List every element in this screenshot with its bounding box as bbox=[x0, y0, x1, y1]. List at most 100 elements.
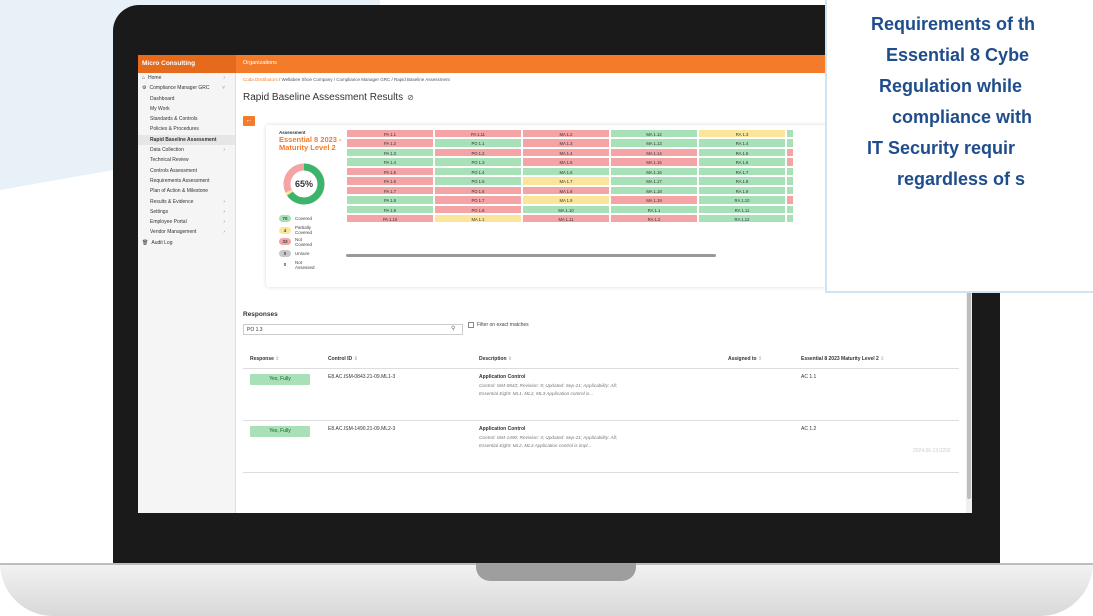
col-maturity[interactable]: Essential 8 2023 Maturity Level 2 ⇕ bbox=[801, 356, 884, 362]
grid-cell[interactable]: PO 1.8 bbox=[434, 204, 522, 214]
sidebar-item[interactable]: Technical Review bbox=[138, 155, 235, 165]
sidebar-item[interactable]: ⚙ Compliance Manager GRC ˅ bbox=[138, 83, 235, 93]
grid-cell[interactable] bbox=[786, 213, 794, 224]
grid-cell[interactable]: MA 1.18 bbox=[610, 185, 698, 196]
col-description[interactable]: Description ⇕ bbox=[479, 356, 512, 362]
sidebar-item[interactable]: Policies & Procedures bbox=[138, 124, 235, 134]
grid-cell[interactable]: PA 1.10 bbox=[346, 213, 434, 224]
grid-cell[interactable] bbox=[786, 176, 794, 186]
grid-cell[interactable]: PA 1.2 bbox=[346, 138, 434, 148]
grid-cell[interactable]: MA 1.7 bbox=[522, 176, 610, 186]
sidebar-item[interactable]: Dashboard bbox=[138, 94, 235, 104]
col-response[interactable]: Response ⇕ bbox=[250, 356, 280, 362]
back-button[interactable]: ← bbox=[243, 116, 255, 126]
col-assigned-to[interactable]: Assigned to ⇕ bbox=[728, 356, 762, 362]
table-row[interactable]: Yes, Fully E8.AC.ISM-0843.21-09.ML1-3 Appl… bbox=[243, 369, 959, 421]
grid-cell[interactable]: MA 1.14 bbox=[610, 147, 698, 158]
grid-cell[interactable]: RA 1.3 bbox=[698, 129, 786, 139]
grid-cell[interactable]: PA 1.5 bbox=[346, 166, 434, 177]
grid-cell[interactable]: PA 1.1 bbox=[346, 129, 434, 139]
grid-cell[interactable]: PO 1.2 bbox=[434, 147, 522, 158]
grid-cell[interactable]: RA 1.4 bbox=[698, 138, 786, 148]
organizations-link[interactable]: Organizations bbox=[243, 60, 277, 66]
grid-cell[interactable] bbox=[786, 138, 794, 148]
search-icon[interactable]: ⚲ bbox=[451, 325, 455, 332]
sidebar-item[interactable]: Requirements Assessment bbox=[138, 176, 235, 186]
grid-cell[interactable]: PO 1.6 bbox=[434, 185, 522, 196]
grid-cell[interactable]: PA 1.8 bbox=[346, 195, 434, 205]
sidebar-item[interactable]: Standards & Controls bbox=[138, 114, 235, 124]
sidebar-item[interactable]: Data Collection › bbox=[138, 145, 235, 155]
col-control-id[interactable]: Control ID ⇕ bbox=[328, 356, 358, 362]
sidebar-item[interactable]: Rapid Baseline Assessment bbox=[138, 134, 235, 146]
page-title: Rapid Baseline Assessment Results ⊘ bbox=[243, 92, 414, 103]
grid-cell[interactable]: PA 1.4 bbox=[346, 157, 434, 167]
grid-cell[interactable] bbox=[786, 204, 794, 214]
grid-cell[interactable]: MA 1.9 bbox=[522, 195, 610, 205]
assessment-name[interactable]: Essential 8 2023 - Maturity Level 2 bbox=[279, 136, 347, 152]
exact-match-filter[interactable]: Filter on exact matches bbox=[468, 322, 529, 328]
sidebar-item-label: Data Collection bbox=[150, 147, 184, 154]
grid-cell[interactable]: PO 1.7 bbox=[434, 195, 522, 205]
grid-cell[interactable]: RA 1.5 bbox=[698, 147, 786, 158]
grid-cell[interactable]: RA 1.10 bbox=[698, 195, 786, 205]
grid-cell[interactable]: PA 1.11 bbox=[434, 129, 522, 139]
table-row[interactable]: Yes, Fully E8.AC.ISM-1490.21-09.ML2-3 Appl… bbox=[243, 421, 959, 473]
grid-cell[interactable]: PO 1.4 bbox=[434, 166, 522, 177]
grid-cell[interactable]: RA 1.8 bbox=[698, 176, 786, 186]
grid-cell[interactable]: MA 1.8 bbox=[522, 185, 610, 196]
grid-cell[interactable]: MA 1.5 bbox=[522, 157, 610, 167]
grid-scrollbar[interactable] bbox=[346, 254, 716, 257]
grid-cell[interactable] bbox=[786, 147, 794, 158]
grid-cell[interactable]: RA 1.11 bbox=[698, 204, 786, 214]
grid-cell[interactable]: MA 1.6 bbox=[522, 166, 610, 177]
grid-cell[interactable]: MA 1.16 bbox=[610, 166, 698, 177]
sidebar-item[interactable]: My Work bbox=[138, 104, 235, 114]
grid-cell[interactable]: PO 1.1 bbox=[434, 138, 522, 148]
grid-cell[interactable]: RA 1.2 bbox=[610, 213, 698, 224]
grid-cell[interactable] bbox=[786, 129, 794, 139]
grid-cell[interactable]: MA 1.2 bbox=[522, 129, 610, 139]
grid-cell[interactable]: MA 1.3 bbox=[522, 138, 610, 148]
grid-cell[interactable] bbox=[786, 195, 794, 205]
control-id: E8.AC.ISM-0843.21-09.ML1-3 bbox=[328, 374, 396, 380]
response-badge[interactable]: Yes, Fully bbox=[250, 426, 310, 437]
grid-cell[interactable]: RA 1.7 bbox=[698, 166, 786, 177]
responses-search-input[interactable] bbox=[243, 324, 463, 335]
grid-cell[interactable]: MA 1.10 bbox=[522, 204, 610, 214]
grid-cell[interactable] bbox=[786, 166, 794, 177]
grid-cell[interactable]: PA 1.9 bbox=[346, 204, 434, 214]
sidebar-item[interactable]: Plan of Action & Milestone bbox=[138, 186, 235, 196]
grid-cell[interactable]: PA 1.6 bbox=[346, 176, 434, 186]
grid-cell[interactable]: MA 1.4 bbox=[522, 147, 610, 158]
exact-match-checkbox[interactable] bbox=[468, 322, 474, 328]
grid-cell[interactable]: MA 1.15 bbox=[610, 157, 698, 167]
grid-cell[interactable]: MA 1.13 bbox=[610, 138, 698, 148]
grid-cell[interactable]: PO 1.3 bbox=[434, 157, 522, 167]
grid-cell[interactable]: MA 1.1 bbox=[434, 213, 522, 224]
grid-cell[interactable]: MA 1.11 bbox=[522, 213, 610, 224]
grid-cell[interactable]: RA 1.12 bbox=[698, 213, 786, 224]
grid-cell[interactable]: PA 1.3 bbox=[346, 147, 434, 158]
response-badge[interactable]: Yes, Fully bbox=[250, 374, 310, 385]
brand-logo[interactable]: Micro Consulting bbox=[138, 55, 236, 73]
sidebar-item[interactable]: Vendor Management › bbox=[138, 227, 235, 237]
sidebar-item[interactable]: Employee Portal › bbox=[138, 217, 235, 227]
grid-cell[interactable] bbox=[786, 185, 794, 196]
help-icon[interactable]: ⊘ bbox=[407, 93, 414, 102]
sidebar-item[interactable]: Controls Assessment bbox=[138, 166, 235, 176]
grid-cell[interactable]: RA 1.1 bbox=[610, 204, 698, 214]
breadcrumb-link[interactable]: Coda Distributors bbox=[243, 77, 278, 82]
sidebar-item[interactable]: Results & Evidence › bbox=[138, 197, 235, 207]
grid-cell[interactable]: RA 1.9 bbox=[698, 185, 786, 196]
grid-cell[interactable]: PO 1.5 bbox=[434, 176, 522, 186]
grid-cell[interactable] bbox=[786, 157, 794, 167]
sidebar-item[interactable]: Settings › bbox=[138, 207, 235, 217]
grid-cell[interactable]: PA 1.7 bbox=[346, 185, 434, 196]
grid-cell[interactable]: MA 1.12 bbox=[610, 129, 698, 139]
grid-cell[interactable]: RA 1.6 bbox=[698, 157, 786, 167]
sidebar-item[interactable]: ⌂ Home › bbox=[138, 73, 235, 83]
grid-cell[interactable]: MA 1.17 bbox=[610, 176, 698, 186]
sidebar-item[interactable]: 🗑 Audit Log bbox=[138, 238, 235, 248]
grid-cell[interactable]: MA 1.19 bbox=[610, 195, 698, 205]
